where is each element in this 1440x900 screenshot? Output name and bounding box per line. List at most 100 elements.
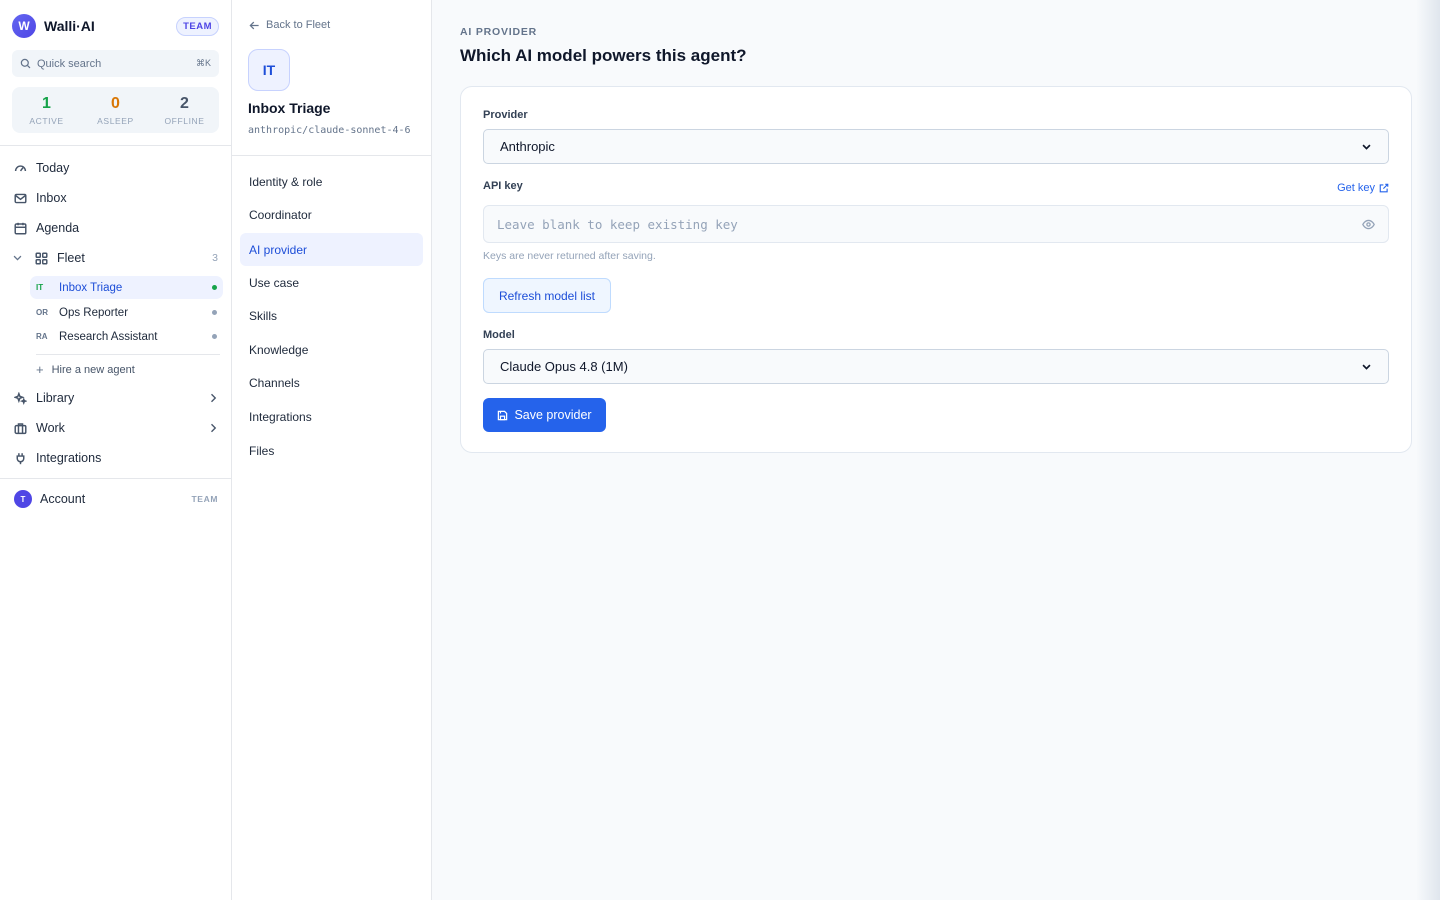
provider-select[interactable]: Anthropic (483, 129, 1389, 164)
nav-label: Work (36, 421, 65, 435)
fleet-count: 3 (212, 252, 218, 264)
chevron-down-icon[interactable] (12, 252, 23, 263)
api-key-placeholder: Leave blank to keep existing key (497, 216, 738, 232)
divider (0, 145, 231, 146)
get-key-link[interactable]: Get key (1337, 182, 1389, 194)
stat-offline: 2 OFFLINE (150, 87, 219, 133)
api-key-input[interactable]: Leave blank to keep existing key (483, 205, 1389, 243)
nav-inbox[interactable]: Inbox (14, 187, 219, 209)
agent-initials: OR (36, 308, 48, 317)
plan-badge: TEAM (191, 494, 218, 504)
model-value: Claude Opus 4.8 (1M) (500, 359, 628, 374)
grid-icon (35, 251, 48, 265)
edge-shadow (1416, 0, 1440, 900)
brand-logo: W (12, 14, 36, 38)
save-provider-button[interactable]: Save provider (483, 398, 606, 432)
account-menu[interactable]: T Account TEAM (14, 489, 218, 509)
save-label: Save provider (514, 408, 592, 422)
divider (232, 155, 431, 156)
fleet-agent-item[interactable]: RA Research Assistant (30, 325, 223, 348)
brand-name: Walli·AI (44, 18, 95, 34)
search-shortcut: ⌘K (195, 58, 211, 68)
tab-identity-role[interactable]: Identity & role (240, 165, 423, 198)
account-label: Account (40, 492, 86, 506)
chevron-right-icon (211, 393, 217, 403)
tab-use-case[interactable]: Use case (240, 266, 423, 299)
fleet-stats: 1 ACTIVE 0 ASLEEP 2 OFFLINE (12, 87, 219, 133)
nav-label: Library (36, 391, 75, 405)
nav-label: Agenda (36, 221, 80, 235)
nav-agenda[interactable]: Agenda (14, 217, 219, 239)
refresh-model-list-button[interactable]: Refresh model list (483, 278, 611, 313)
fleet-agent-item[interactable]: OR Ops Reporter (30, 301, 223, 324)
model-label: Model (483, 329, 515, 341)
sparkles-icon (14, 391, 27, 405)
agent-avatar: IT (248, 49, 290, 91)
nav-label: Today (36, 161, 70, 175)
quick-search[interactable]: Quick search ⌘K (12, 50, 219, 77)
save-icon (498, 410, 508, 420)
nav-integrations[interactable]: Integrations (14, 447, 219, 469)
external-link-icon (1379, 183, 1389, 193)
fleet-agent-item[interactable]: IT Inbox Triage (30, 276, 223, 299)
eye-icon[interactable] (1362, 218, 1375, 231)
section-eyebrow: AI PROVIDER (460, 26, 538, 38)
agent-initials: IT (36, 283, 44, 292)
tab-integrations[interactable]: Integrations (240, 400, 423, 433)
tab-channels[interactable]: Channels (240, 366, 423, 399)
tab-skills[interactable]: Skills (240, 299, 423, 332)
gauge-icon (14, 164, 27, 171)
avatar: T (14, 490, 32, 508)
agent-title: Inbox Triage (248, 100, 331, 116)
tab-coordinator[interactable]: Coordinator (240, 198, 423, 231)
back-label: Back to Fleet (266, 19, 331, 31)
tab-knowledge[interactable]: Knowledge (240, 333, 423, 366)
plus-icon: + (36, 362, 44, 377)
nav-today[interactable]: Today (14, 157, 219, 179)
briefcase-icon (14, 422, 27, 434)
api-key-label: API key (483, 180, 523, 192)
nav-fleet[interactable]: Fleet 3 (35, 247, 218, 269)
nav-library[interactable]: Library (14, 387, 219, 409)
page-title: Which AI model powers this agent? (460, 46, 747, 65)
divider (0, 478, 231, 479)
agent-name: Inbox Triage (59, 281, 123, 294)
calendar-icon (14, 222, 27, 235)
hire-agent-button[interactable]: + Hire a new agent (36, 362, 135, 377)
sidebar: W Walli·AI TEAM Quick search ⌘K 1 ACTIVE… (0, 0, 232, 900)
agent-name: Ops Reporter (59, 306, 129, 319)
stat-value: 1 (42, 94, 51, 112)
agent-initials: RA (36, 332, 48, 341)
agent-settings-panel: Back to Fleet IT Inbox Triage anthropic/… (232, 0, 432, 900)
get-key-label: Get key (1337, 182, 1375, 194)
agent-name: Research Assistant (59, 330, 158, 343)
hire-label: Hire a new agent (51, 363, 135, 376)
stat-label: ACTIVE (29, 115, 64, 126)
search-placeholder: Quick search (37, 57, 102, 70)
stat-label: OFFLINE (164, 115, 205, 126)
brand[interactable]: W Walli·AI TEAM (12, 14, 219, 38)
provider-card: Provider Anthropic API key Get key Leave… (460, 86, 1412, 453)
chevron-down-icon (1362, 144, 1371, 150)
status-dot (212, 334, 217, 339)
stat-value: 0 (111, 94, 120, 112)
stat-active: 1 ACTIVE (12, 87, 81, 133)
status-dot (212, 285, 217, 290)
mail-icon (14, 193, 27, 203)
stat-value: 2 (180, 94, 189, 112)
stat-label: ASLEEP (97, 115, 134, 126)
back-to-fleet-link[interactable]: Back to Fleet (249, 19, 330, 31)
tab-ai-provider[interactable]: AI provider (240, 233, 423, 266)
plan-badge: TEAM (176, 16, 219, 36)
provider-value: Anthropic (500, 139, 555, 154)
nav-label: Integrations (36, 451, 102, 465)
model-select[interactable]: Claude Opus 4.8 (1M) (483, 349, 1389, 384)
arrow-left-icon (249, 21, 259, 29)
tab-files[interactable]: Files (240, 434, 423, 467)
provider-label: Provider (483, 109, 528, 121)
nav-label: Inbox (36, 191, 67, 205)
status-dot (212, 310, 217, 315)
chevron-right-icon (211, 423, 217, 433)
main-content: AI PROVIDER Which AI model powers this a… (432, 0, 1440, 900)
nav-work[interactable]: Work (14, 417, 219, 439)
